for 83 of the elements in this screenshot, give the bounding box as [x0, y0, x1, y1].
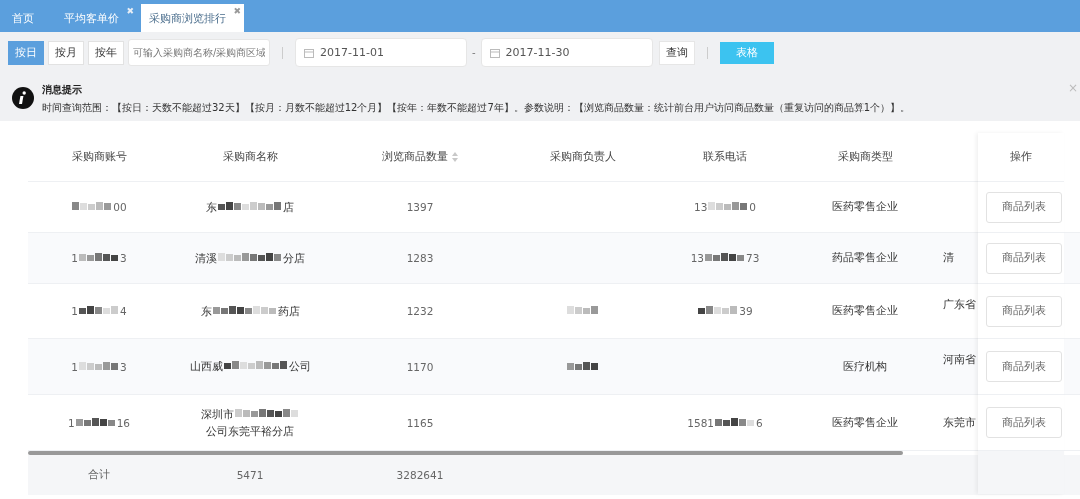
product-list-button[interactable]: 商品列表	[986, 295, 1062, 327]
redacted-text-drawing	[218, 253, 282, 263]
scrollbar[interactable]	[28, 451, 903, 455]
browse-count: 1170	[406, 360, 434, 373]
buyer-name: 清溪	[195, 250, 217, 266]
product-list-button[interactable]: 商品列表	[986, 351, 1062, 382]
query-button[interactable]: 查询	[658, 40, 695, 65]
column-header: 采购商名称	[222, 150, 278, 164]
column-header: 采购商账号	[71, 150, 127, 164]
column-header: 采购商负责人	[549, 150, 616, 164]
product-list-button[interactable]: 商品列表	[986, 191, 1062, 223]
redacted-text-drawing	[218, 202, 282, 212]
start-date-field[interactable]: 2017-11-01	[295, 38, 467, 67]
buyer-type: 医药零售企业	[832, 415, 898, 430]
date-separator: -	[472, 47, 476, 58]
redacted-text-drawing	[79, 253, 119, 263]
account-number: 1	[71, 305, 78, 317]
column-header: 采购商类型	[837, 150, 893, 164]
region-text: 东莞市	[943, 415, 976, 430]
buyer-name: 山西威	[189, 359, 223, 375]
period-button[interactable]: 按月	[48, 40, 84, 65]
calendar-icon	[489, 47, 500, 58]
phone-number: 6	[756, 416, 763, 429]
redacted-text-drawing	[72, 202, 113, 212]
phone-number: 39	[739, 305, 753, 317]
buyer-name: 店	[283, 199, 294, 215]
phone-number: 0	[749, 201, 757, 213]
total-label: 合计	[88, 468, 110, 482]
buyer-name: 药店	[277, 303, 300, 319]
redacted-text-drawing	[715, 417, 755, 428]
browse-count: 1283	[406, 252, 434, 264]
account-number: 1	[67, 416, 75, 429]
notice-title: 消息提示	[42, 83, 83, 97]
end-date-field[interactable]: 2017-11-30	[480, 38, 653, 67]
browse-count: 1232	[406, 305, 434, 317]
account-number: 16	[116, 416, 131, 429]
account-number: 1	[71, 252, 78, 264]
column-header: 联系电话	[703, 150, 747, 164]
redacted-text-drawing	[223, 361, 288, 372]
account-number: 4	[120, 305, 127, 317]
redacted-text-drawing	[705, 253, 745, 263]
phone-number: 13	[690, 252, 704, 264]
account-number: 1	[71, 360, 78, 373]
total-value: 3282641	[396, 469, 444, 481]
region-text: 清	[943, 251, 954, 265]
product-list-button[interactable]: 商品列表	[986, 407, 1062, 438]
region-text: 河南省	[943, 353, 976, 367]
region-text: 广东省	[943, 298, 976, 312]
redacted-text-drawing	[75, 417, 116, 428]
phone-number: 1581	[687, 416, 714, 429]
column-header: 浏览商品数量	[382, 150, 448, 164]
redacted-text-drawing	[79, 361, 119, 372]
total-value: 5471	[236, 469, 264, 481]
column-header: 操作	[1010, 150, 1032, 164]
buyer-type: 医药零售企业	[832, 304, 898, 318]
info-icon	[12, 87, 34, 109]
buyer-name: 深圳市	[200, 406, 234, 422]
account-number: 3	[120, 360, 127, 373]
phone-number: 73	[746, 252, 760, 264]
account-number: 3	[120, 252, 127, 264]
buyer-type: 医疗机构	[843, 359, 887, 374]
buyer-name: 东	[206, 199, 217, 215]
buyer-name: 公司东莞平裕分店	[206, 423, 294, 439]
phone-number: 13	[693, 201, 708, 213]
product-list-button[interactable]: 商品列表	[986, 242, 1062, 274]
calendar-icon	[304, 47, 314, 58]
redacted-text-drawing	[708, 202, 749, 212]
buyer-type: 医药零售企业	[832, 200, 898, 214]
redacted-text-drawing	[698, 306, 739, 316]
redacted-text-drawing	[234, 409, 299, 420]
buyer-name: 公司	[288, 359, 311, 375]
browse-count: 1397	[406, 201, 434, 213]
buyer-name: 东	[200, 303, 212, 319]
tab[interactable]: 采购商浏览排行 ✖	[141, 4, 244, 32]
notice-text: 时间查询范围：【按日：天数不能超过32天】【按月：月数不能超过12个月】【按年：年数不能超过7年】。参数说明：【浏览商品数量：统计前台用户访问商品数量（重复访问的商品算1个）】。	[42, 101, 911, 115]
redacted-text-drawing	[212, 306, 277, 316]
redacted-text-drawing	[79, 306, 119, 316]
buyer-name: 分店	[283, 250, 305, 266]
sort-icon[interactable]	[452, 152, 458, 162]
buyer-type: 药品零售企业	[832, 251, 898, 265]
account-number: 00	[113, 201, 127, 213]
period-button[interactable]: 按年	[88, 40, 124, 65]
browse-count: 1165	[406, 416, 434, 429]
